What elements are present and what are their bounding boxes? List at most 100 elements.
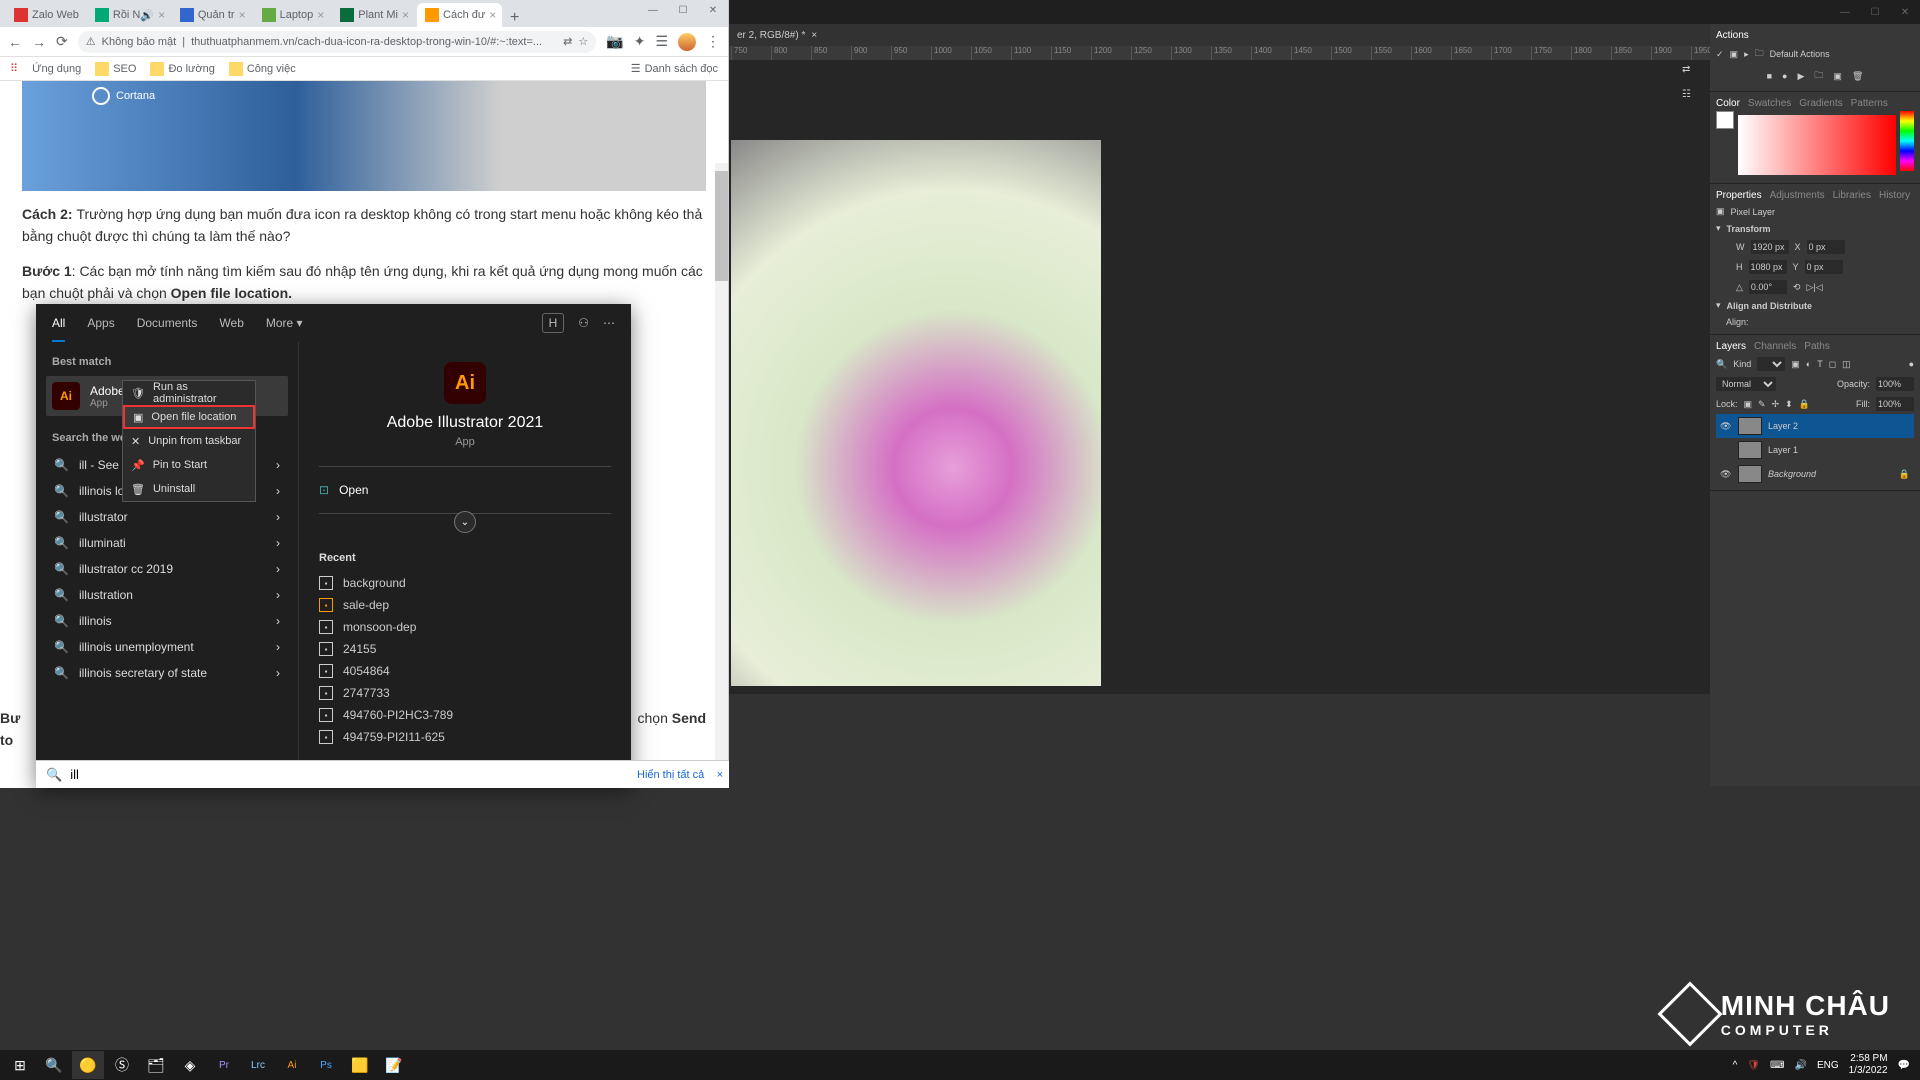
fg-color[interactable] (1716, 111, 1734, 129)
width-input[interactable] (1751, 240, 1789, 254)
tray-keyboard[interactable]: ⌨ (1770, 1060, 1784, 1071)
apps-icon[interactable]: ⠿ (10, 62, 18, 75)
y-input[interactable] (1805, 260, 1843, 274)
close-icon[interactable]: × (239, 8, 246, 22)
web-search-item[interactable]: 🔍illustration› (46, 582, 288, 608)
close-icon[interactable]: × (158, 8, 165, 22)
x-input[interactable] (1807, 240, 1845, 254)
tab-quantri[interactable]: Quản tr× (172, 3, 254, 27)
web-search-item[interactable]: 🔍illustrator› (46, 504, 288, 530)
layer-row[interactable]: Layer 1 (1716, 438, 1914, 462)
reload-icon[interactable]: ⟳ (56, 33, 68, 50)
start-button[interactable]: ⊞ (4, 1051, 36, 1079)
taskbar-clock[interactable]: 2:58 PM1/3/2022 (1849, 1053, 1888, 1077)
taskbar-search[interactable]: 🔍 (38, 1051, 70, 1079)
person-icon[interactable]: ⚇ (578, 316, 589, 330)
camera-icon[interactable]: 📷 (606, 33, 623, 50)
taskbar-photoshop[interactable]: Ps (310, 1051, 342, 1079)
new-tab-button[interactable]: + (502, 9, 527, 27)
maximize-button[interactable]: ☐ (668, 0, 698, 20)
reading-list[interactable]: ☰Danh sách đọc (631, 62, 718, 75)
search-tab-apps[interactable]: Apps (87, 316, 114, 330)
open-button[interactable]: ⊡Open (319, 475, 611, 505)
menu-icon[interactable]: ⋮ (706, 33, 720, 50)
ctx-pin-start[interactable]: 📌Pin to Start (123, 453, 255, 477)
tab-cachdu[interactable]: Cách đư× (417, 3, 502, 27)
fill-input[interactable] (1876, 397, 1914, 411)
kind-select[interactable] (1757, 357, 1785, 371)
tray-chevron[interactable]: ^ (1733, 1060, 1738, 1071)
search-letter[interactable]: H (542, 313, 565, 333)
search-tab-web[interactable]: Web (219, 316, 243, 330)
tab-plant[interactable]: Plant Mi× (332, 3, 417, 27)
recent-item[interactable]: ▪4054864 (319, 660, 611, 682)
web-search-item[interactable]: 🔍illinois unemployment› (46, 634, 288, 660)
bookmark-doluong[interactable]: Đo lường (150, 62, 214, 76)
ps-minimize[interactable]: — (1830, 2, 1860, 22)
ctx-unpin-taskbar[interactable]: ✕Unpin from taskbar (123, 429, 255, 453)
blend-mode[interactable]: Normal (1716, 377, 1776, 391)
tray-volume[interactable]: 🔊 (1794, 1060, 1806, 1071)
taskbar-skype[interactable]: Ⓢ (106, 1051, 138, 1079)
ps-close[interactable]: ✕ (1890, 2, 1920, 22)
close-icon[interactable]: × (717, 769, 723, 781)
taskbar-notepad[interactable]: 📝 (378, 1051, 410, 1079)
ctx-run-admin[interactable]: 🛡Run as administrator (123, 381, 255, 405)
height-input[interactable] (1749, 260, 1787, 274)
expand-icon[interactable]: ⌄ (454, 511, 476, 533)
web-search-item[interactable]: 🔍illinois secretary of state› (46, 660, 288, 686)
taskbar-explorer[interactable]: 🗂 (140, 1051, 172, 1079)
hue-slider[interactable] (1900, 111, 1914, 171)
tab-roi[interactable]: Rồi N🔊× (87, 3, 172, 27)
angle-input[interactable] (1749, 280, 1787, 294)
visibility-icon[interactable]: 👁 (1720, 469, 1732, 480)
recent-item[interactable]: ▪2747733 (319, 682, 611, 704)
list-icon[interactable]: ☰ (655, 33, 668, 50)
forward-icon[interactable]: → (32, 34, 46, 50)
recent-item[interactable]: ▪494760-PI2HC3-789 (319, 704, 611, 726)
taskbar-illustrator[interactable]: Ai (276, 1051, 308, 1079)
ctx-open-file-location[interactable]: ▣Open file location (123, 405, 255, 429)
color-field[interactable] (1738, 115, 1896, 175)
minimize-button[interactable]: — (638, 0, 668, 20)
taskbar-lightroom[interactable]: Lrc (242, 1051, 274, 1079)
recent-item[interactable]: ▪background (319, 572, 611, 594)
web-search-item[interactable]: 🔍illinois› (46, 608, 288, 634)
layer-row[interactable]: 👁Layer 2 (1716, 414, 1914, 438)
recent-item[interactable]: ▪24155 (319, 638, 611, 660)
recent-item[interactable]: ▪monsoon-dep (319, 616, 611, 638)
swap-icon[interactable]: ⇄ (1682, 64, 1691, 75)
visibility-icon[interactable]: 👁 (1720, 421, 1732, 432)
taskbar-notes[interactable]: 🟨 (344, 1051, 376, 1079)
taskbar-figma[interactable]: ◈ (174, 1051, 206, 1079)
close-icon[interactable]: × (489, 8, 496, 22)
opacity-input[interactable] (1876, 377, 1914, 391)
tray-shield[interactable]: 🛡 (1747, 1060, 1760, 1071)
show-all-hint[interactable]: Hiển thị tất cả× (631, 760, 729, 788)
ps-maximize[interactable]: ☐ (1860, 2, 1890, 22)
tab-laptop[interactable]: Laptop× (254, 3, 333, 27)
bookmark-congviec[interactable]: Công việc (229, 62, 296, 76)
ctx-uninstall[interactable]: 🗑Uninstall (123, 477, 255, 501)
translate-icon[interactable]: ⇄ (563, 35, 572, 48)
tray-notifications[interactable]: 💬 (1898, 1060, 1910, 1071)
page-scrollbar[interactable] (715, 163, 728, 788)
tab-zalo[interactable]: Zalo Web (6, 3, 87, 27)
more-icon[interactable]: ⋯ (603, 316, 615, 330)
tray-lang[interactable]: ENG (1817, 1060, 1839, 1071)
taskbar-chrome[interactable]: 🟡 (72, 1051, 104, 1079)
close-button[interactable]: ✕ (698, 0, 728, 20)
search-tab-more[interactable]: More ▾ (266, 316, 303, 330)
ps-canvas-image[interactable] (731, 140, 1101, 686)
web-search-item[interactable]: 🔍illuminati› (46, 530, 288, 556)
address-bar[interactable]: ⚠ Không bảo mật | thuthuatphanmem.vn/cac… (78, 31, 597, 53)
bookmark-seo[interactable]: SEO (95, 62, 136, 76)
layer-row[interactable]: 👁Background🔒 (1716, 462, 1914, 486)
profile-icon[interactable] (678, 33, 696, 51)
close-icon[interactable]: × (317, 8, 324, 22)
extensions-icon[interactable]: ✦ (634, 33, 646, 50)
web-search-item[interactable]: 🔍illustrator cc 2019› (46, 556, 288, 582)
search-input-bar[interactable]: 🔍 ill (36, 760, 631, 788)
star-icon[interactable]: ☆ (578, 35, 588, 48)
recent-item[interactable]: ▪sale-dep (319, 594, 611, 616)
